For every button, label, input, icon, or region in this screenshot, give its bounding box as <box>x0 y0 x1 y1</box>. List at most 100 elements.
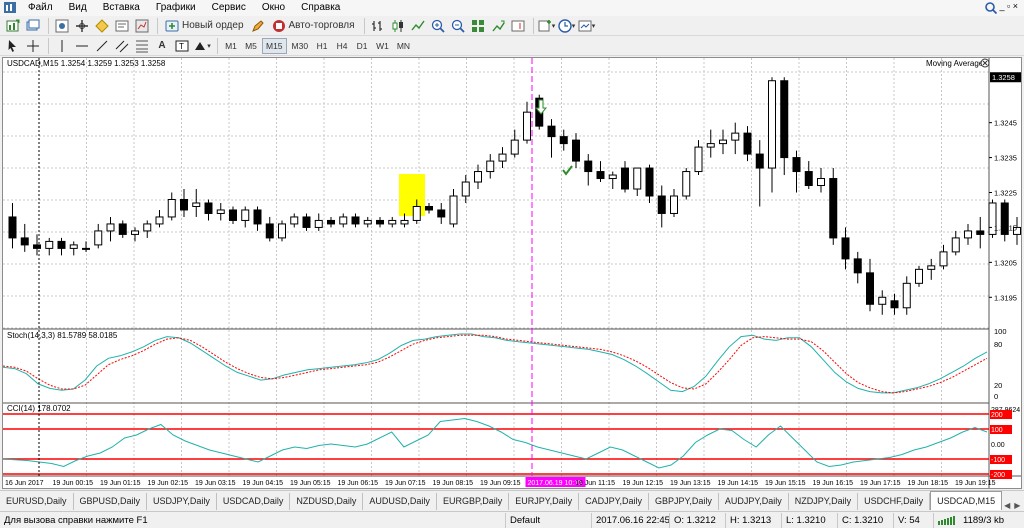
meta-editor-icon[interactable] <box>249 17 267 35</box>
indicators-button[interactable]: ▾ <box>538 17 556 35</box>
menu-file[interactable]: Файл <box>20 0 61 16</box>
arrows-icon[interactable]: ▾ <box>193 37 211 55</box>
timeframe-w1[interactable]: W1 <box>373 38 392 54</box>
periods-button[interactable]: ▾ <box>558 17 576 35</box>
line-chart-button[interactable] <box>409 17 427 35</box>
timeframe-d1[interactable]: D1 <box>353 38 371 54</box>
tab-audusd-daily[interactable]: AUDUSD,Daily <box>363 493 437 510</box>
fibonacci-icon[interactable] <box>133 37 151 55</box>
time-label: 19 Jun 07:15 <box>385 480 426 487</box>
vertical-line-icon[interactable] <box>53 37 71 55</box>
menu-window[interactable]: Окно <box>254 0 293 16</box>
strategy-tester-icon[interactable] <box>133 17 151 35</box>
status-high: H: 1.3213 <box>725 512 781 528</box>
terminal-icon[interactable] <box>113 17 131 35</box>
candle-body <box>69 244 78 249</box>
crosshair-time-label: 2017.06.19 10:15 <box>528 480 583 487</box>
cursor-icon[interactable] <box>4 37 22 55</box>
zoom-in-icon[interactable] <box>429 17 447 35</box>
bar-chart-button[interactable] <box>369 17 387 35</box>
candle <box>915 265 923 287</box>
candle-body <box>486 160 495 173</box>
tab-gbpusd-daily[interactable]: GBPUSD,Daily <box>74 493 148 510</box>
search-icon[interactable] <box>984 1 998 15</box>
candle-body <box>412 205 421 221</box>
timeframe-h1[interactable]: H1 <box>313 38 331 54</box>
candle-body <box>449 195 458 225</box>
tab-scroll-left-icon[interactable]: ◀ <box>1002 501 1012 510</box>
candlestick-button[interactable] <box>389 17 407 35</box>
window-controls-icon[interactable]: _ ▫ × <box>1000 1 1018 11</box>
profiles-button[interactable] <box>24 17 42 35</box>
tab-gbpjpy-daily[interactable]: GBPJPY,Daily <box>649 493 719 510</box>
menu-insert[interactable]: Вставка <box>95 0 148 16</box>
time-label: 19 Jun 05:15 <box>290 480 331 487</box>
trendline-icon[interactable] <box>93 37 111 55</box>
close-icon[interactable] <box>980 58 990 68</box>
candle-body <box>106 223 115 232</box>
tab-eurjpy-daily[interactable]: EURJPY,Daily <box>509 493 580 510</box>
time-label: 19 Jun 11:15 <box>575 480 615 487</box>
tab-usdjpy-daily[interactable]: USDJPY,Daily <box>147 493 217 510</box>
zoom-out-icon[interactable] <box>449 17 467 35</box>
symbol-info: USDCAD,M15 1.3254 1.3259 1.3253 1.3258 <box>7 59 166 68</box>
menu-help[interactable]: Справка <box>293 0 348 16</box>
tab-usdcad-m15[interactable]: USDCAD,M15 <box>930 491 1003 510</box>
status-profile[interactable]: Default <box>505 512 591 528</box>
chart-shift-icon[interactable] <box>509 17 527 35</box>
horizontal-line-icon[interactable] <box>73 37 91 55</box>
candle-body <box>939 251 948 267</box>
timeframe-m1[interactable]: M1 <box>222 38 240 54</box>
data-window-icon[interactable] <box>73 17 91 35</box>
price-chart[interactable]: 10080200 287.96242001000.00-100-200 USDC… <box>3 58 1021 488</box>
timeframe-m5[interactable]: M5 <box>242 38 260 54</box>
menu-tools[interactable]: Сервис <box>204 0 254 16</box>
time-label: 19 Jun 13:15 <box>670 480 711 487</box>
time-label: 19 Jun 16:15 <box>813 480 854 487</box>
timeframe-m30[interactable]: M30 <box>289 38 312 54</box>
candle-body <box>363 219 372 225</box>
app-icon <box>4 2 16 13</box>
tab-eurgbp-daily[interactable]: EURGBP,Daily <box>437 493 510 510</box>
stoch-level-label: 0 <box>994 392 998 401</box>
timeframe-h4[interactable]: H4 <box>333 38 351 54</box>
tile-windows-icon[interactable] <box>469 17 487 35</box>
cci-label: CCI(14) 178.0702 <box>7 404 71 413</box>
timeframe-mn[interactable]: MN <box>394 38 413 54</box>
tab-scroll-right-icon[interactable]: ▶ <box>1012 501 1022 510</box>
candle-body <box>510 139 519 155</box>
text-label-icon[interactable]: T <box>173 37 191 55</box>
menu-charts[interactable]: Графики <box>148 0 204 16</box>
crosshair-icon[interactable] <box>24 37 42 55</box>
time-label: 19 Jun 15:15 <box>765 480 806 487</box>
time-label: 19 Jun 17:15 <box>860 480 901 487</box>
stoch-level-label: 80 <box>994 340 1002 349</box>
tab-nzdjpy-daily[interactable]: NZDJPY,Daily <box>789 493 859 510</box>
auto-scroll-icon[interactable] <box>489 17 507 35</box>
channel-icon[interactable] <box>113 37 131 55</box>
autotrading-button[interactable]: Авто-торговля <box>269 17 358 35</box>
tab-cadjpy-daily[interactable]: CADJPY,Daily <box>579 493 650 510</box>
time-label: 19 Jun 14:15 <box>718 480 759 487</box>
candle-body <box>425 205 433 211</box>
timeframe-m15[interactable]: M15 <box>262 37 287 54</box>
new-chart-button[interactable] <box>4 17 22 35</box>
svg-text:T: T <box>179 42 184 51</box>
tab-usdcad-daily[interactable]: USDCAD,Daily <box>217 493 291 510</box>
candle-body <box>327 219 335 225</box>
menu-view[interactable]: Вид <box>61 0 95 16</box>
new-order-button[interactable]: Новый ордер <box>162 17 247 35</box>
text-tool-icon[interactable]: A <box>153 37 171 55</box>
candle-body <box>437 209 446 218</box>
tab-nzdusd-daily[interactable]: NZDUSD,Daily <box>290 493 364 510</box>
market-watch-icon[interactable] <box>53 17 71 35</box>
templates-button[interactable]: ▾ <box>578 17 596 35</box>
navigator-icon[interactable] <box>93 17 111 35</box>
tab-audjpy-daily[interactable]: AUDJPY,Daily <box>719 493 789 510</box>
tab-eurusd-daily[interactable]: EURUSD,Daily <box>0 493 74 510</box>
chart-window[interactable]: 10080200 287.96242001000.00-100-200 USDC… <box>2 57 1022 489</box>
tab-usdchf-daily[interactable]: USDCHF,Daily <box>858 493 931 510</box>
cci-level-label: 200 <box>991 412 1003 419</box>
status-datetime: 2017.06.16 22:45 <box>591 512 670 528</box>
toolbar-separator <box>532 17 534 34</box>
